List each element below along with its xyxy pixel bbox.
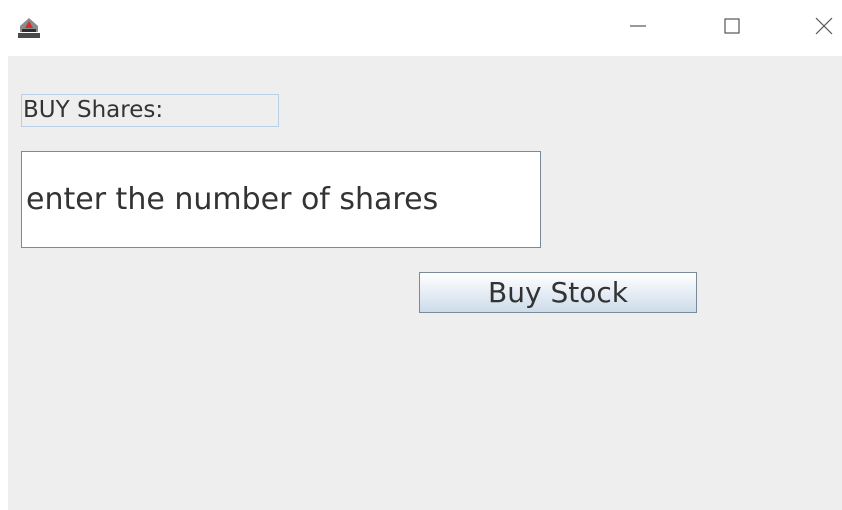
content-panel: BUY Shares: Buy Stock [8, 56, 842, 510]
shares-input[interactable] [21, 151, 541, 248]
buy-stock-button[interactable]: Buy Stock [419, 272, 697, 313]
title-bar[interactable] [0, 0, 842, 56]
close-button[interactable] [804, 8, 842, 48]
close-icon [814, 16, 834, 40]
maximize-button[interactable] [712, 8, 752, 48]
java-cup-icon[interactable] [16, 14, 42, 40]
minimize-button[interactable] [618, 8, 658, 48]
minimize-icon [628, 16, 648, 40]
maximize-icon [722, 16, 742, 40]
app-window: BUY Shares: Buy Stock [0, 0, 842, 510]
buy-shares-label: BUY Shares: [21, 94, 279, 127]
